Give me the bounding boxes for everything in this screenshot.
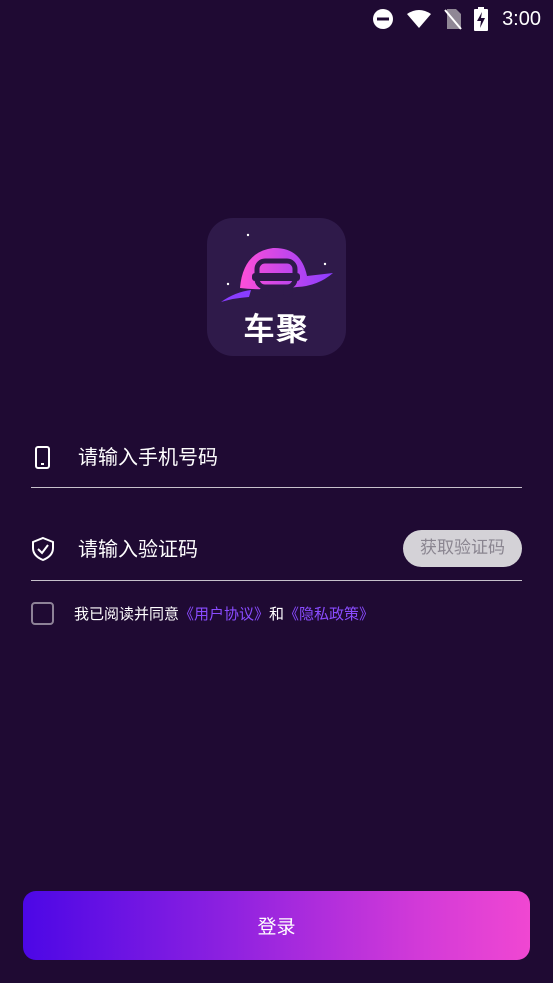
- app-logo: 车聚: [207, 218, 346, 356]
- phone-field: [31, 428, 522, 488]
- privacy-policy-link[interactable]: 《隐私政策》: [284, 603, 374, 624]
- battery-charging-icon: [474, 7, 489, 31]
- phone-input[interactable]: [78, 438, 388, 476]
- status-bar: 3:00: [0, 0, 553, 38]
- status-time: 3:00: [502, 7, 541, 30]
- verification-code-input[interactable]: [78, 530, 388, 568]
- agreement-conjunction: 和: [269, 604, 285, 623]
- user-agreement-link[interactable]: 《用户协议》: [179, 603, 269, 624]
- no-sim-icon: [444, 9, 462, 30]
- phone-icon: [35, 446, 50, 469]
- verification-code-field: 获取验证码: [31, 520, 522, 581]
- shield-check-icon: [32, 536, 54, 562]
- status-icons: 3:00: [372, 6, 541, 32]
- agreement-row: 我已阅读并同意 《用户协议》 和 《隐私政策》: [31, 601, 374, 625]
- login-button[interactable]: 登录: [23, 891, 530, 960]
- do-not-disturb-icon: [373, 9, 394, 29]
- logo-text: 车聚: [243, 312, 310, 348]
- agreement-checkbox[interactable]: [31, 601, 54, 625]
- wifi-icon: [407, 10, 432, 28]
- agreement-prefix: 我已阅读并同意: [74, 604, 180, 623]
- get-code-button[interactable]: 获取验证码: [403, 530, 522, 567]
